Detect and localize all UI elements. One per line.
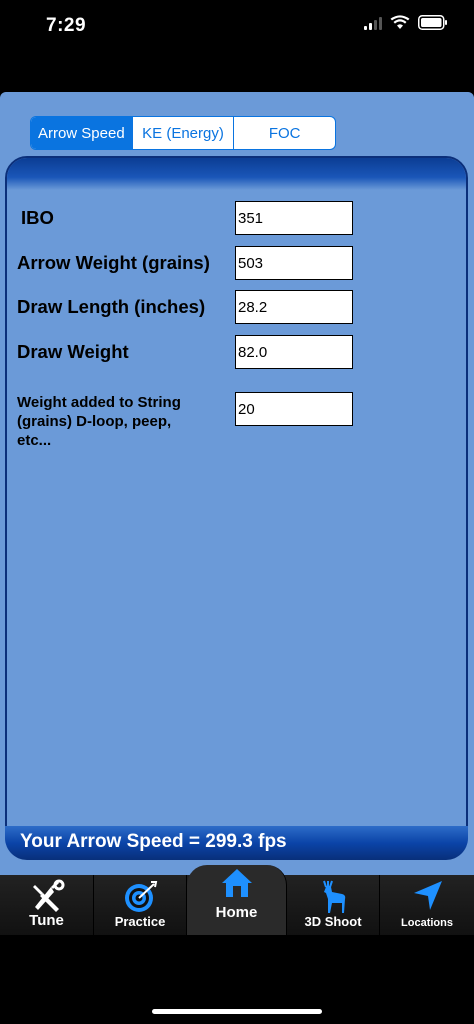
tab-practice[interactable]: Practice xyxy=(94,875,187,935)
draw-length-input[interactable] xyxy=(235,290,353,324)
location-arrow-icon xyxy=(414,881,442,910)
status-icons xyxy=(364,15,448,30)
segment-ke-energy[interactable]: KE (Energy) xyxy=(131,117,234,149)
segment-foc[interactable]: FOC xyxy=(233,117,335,149)
tab-3d-shoot[interactable]: 3D Shoot xyxy=(287,875,380,935)
arrow-weight-label: Arrow Weight (grains) xyxy=(17,252,210,273)
ibo-label: IBO xyxy=(21,207,54,228)
tab-tune[interactable]: Tune xyxy=(0,875,94,935)
tools-icon xyxy=(32,879,64,912)
tab-practice-label: Practice xyxy=(114,914,166,929)
draw-length-label: Draw Length (inches) xyxy=(17,296,206,317)
cellular-signal-icon xyxy=(364,16,382,30)
bottom-tab-bar: Tune Practice Home 3D Shoot Locations xyxy=(0,865,474,935)
string-weight-label: Weight added to String (grains) D-loop, … xyxy=(17,394,181,449)
tab-3d-shoot-label: 3D Shoot xyxy=(304,914,362,929)
tab-locations[interactable]: Locations xyxy=(380,875,474,935)
home-indicator xyxy=(152,1009,322,1014)
string-weight-input[interactable] xyxy=(235,392,353,426)
status-time: 7:29 xyxy=(46,15,87,36)
battery-icon xyxy=(418,15,447,30)
segment-arrow-speed[interactable]: Arrow Speed xyxy=(31,117,132,149)
arrow-speed-result: Your Arrow Speed = 299.3 fps xyxy=(20,831,287,852)
arrow-weight-input[interactable] xyxy=(235,246,353,280)
ibo-input[interactable] xyxy=(235,201,353,235)
status-bar: 7:29 xyxy=(0,0,474,50)
draw-weight-input[interactable] xyxy=(235,335,353,369)
home-icon xyxy=(221,869,252,897)
card-header xyxy=(7,158,466,190)
calculator-segmented-control: Arrow Speed KE (Energy) FOC xyxy=(30,116,336,150)
deer-icon xyxy=(323,880,346,913)
tab-locations-label: Locations xyxy=(401,917,453,929)
draw-weight-label: Draw Weight xyxy=(17,341,129,362)
tab-home[interactable]: Home xyxy=(187,865,287,935)
tab-home-label: Home xyxy=(215,904,258,921)
wifi-icon xyxy=(390,15,410,29)
target-icon xyxy=(125,881,158,912)
